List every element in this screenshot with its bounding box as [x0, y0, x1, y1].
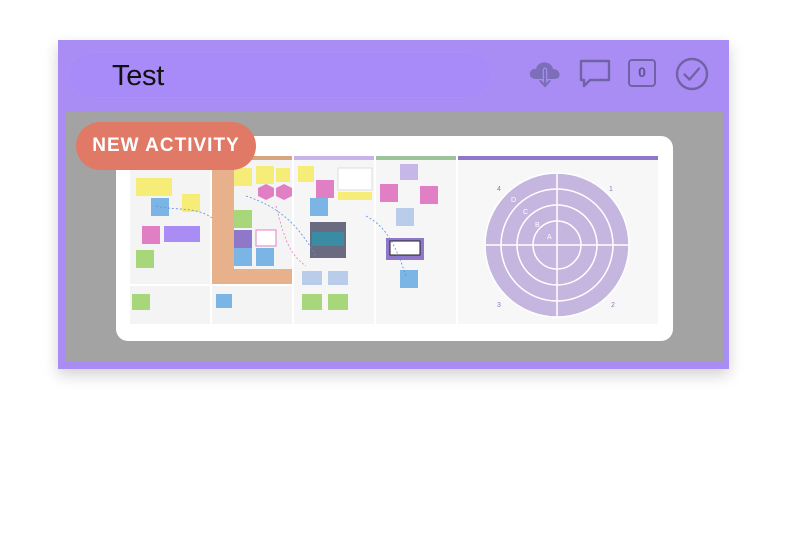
ring-label: D: [511, 197, 516, 204]
new-activity-badge: NEW ACTIVITY: [76, 122, 256, 170]
quadrant-label: 2: [611, 302, 615, 309]
sticky-note: [396, 208, 414, 226]
sticky-note: [420, 186, 438, 204]
frame-header: [458, 156, 658, 160]
sticky-note: [276, 168, 290, 182]
sticky-note: [310, 198, 328, 216]
quadrant-label: 4: [497, 186, 501, 193]
frame-header: [294, 156, 374, 160]
target-diagram: A B C D 1 2 3 4: [484, 172, 630, 318]
sticky-note: [216, 294, 232, 308]
ring-label: C: [523, 209, 528, 216]
count-badge[interactable]: 0: [628, 59, 656, 87]
sticky-note: [400, 270, 418, 288]
activity-card[interactable]: Test 0 A B C D 1 2 3 4 NEW ACTIVITY: [58, 40, 729, 369]
quadrant-label: 3: [497, 302, 501, 309]
image-card: [164, 226, 200, 242]
video-frame: [312, 232, 344, 246]
sticky-note: [234, 248, 252, 266]
check-circle-icon[interactable]: [674, 56, 710, 92]
orange-band: [212, 269, 292, 284]
quadrant-label: 1: [609, 186, 613, 193]
image-card: [255, 229, 277, 247]
sticky-note: [136, 250, 154, 268]
text-card: [337, 167, 373, 191]
sticky-note: [234, 168, 252, 186]
title-field[interactable]: Test: [68, 52, 492, 98]
sticky-note: [328, 294, 348, 310]
sticky-note: [256, 166, 274, 184]
frame-header: [376, 156, 456, 160]
orange-column: [212, 166, 234, 284]
sticky-note: [400, 164, 418, 180]
ring-label: A: [547, 234, 552, 241]
cloud-download-icon[interactable]: [527, 56, 563, 92]
sticky-note: [328, 271, 348, 285]
card-title: Test: [112, 60, 164, 92]
sticky-note: [316, 180, 334, 198]
sticky-note: [256, 248, 274, 266]
comment-icon[interactable]: [577, 56, 613, 92]
sticky-note: [132, 294, 150, 310]
video-frame: [389, 240, 421, 256]
sticky-note: [234, 230, 252, 248]
sticky-note: [380, 184, 398, 202]
card-header: Test 0: [58, 40, 729, 112]
sticky-note: [338, 192, 372, 200]
sticky-note: [136, 178, 172, 196]
sticky-note: [234, 210, 252, 228]
ring-label: B: [535, 222, 540, 229]
sticky-note: [302, 271, 322, 285]
sticky-note: [298, 166, 314, 182]
sticky-note: [142, 226, 160, 244]
sticky-note: [302, 294, 322, 310]
